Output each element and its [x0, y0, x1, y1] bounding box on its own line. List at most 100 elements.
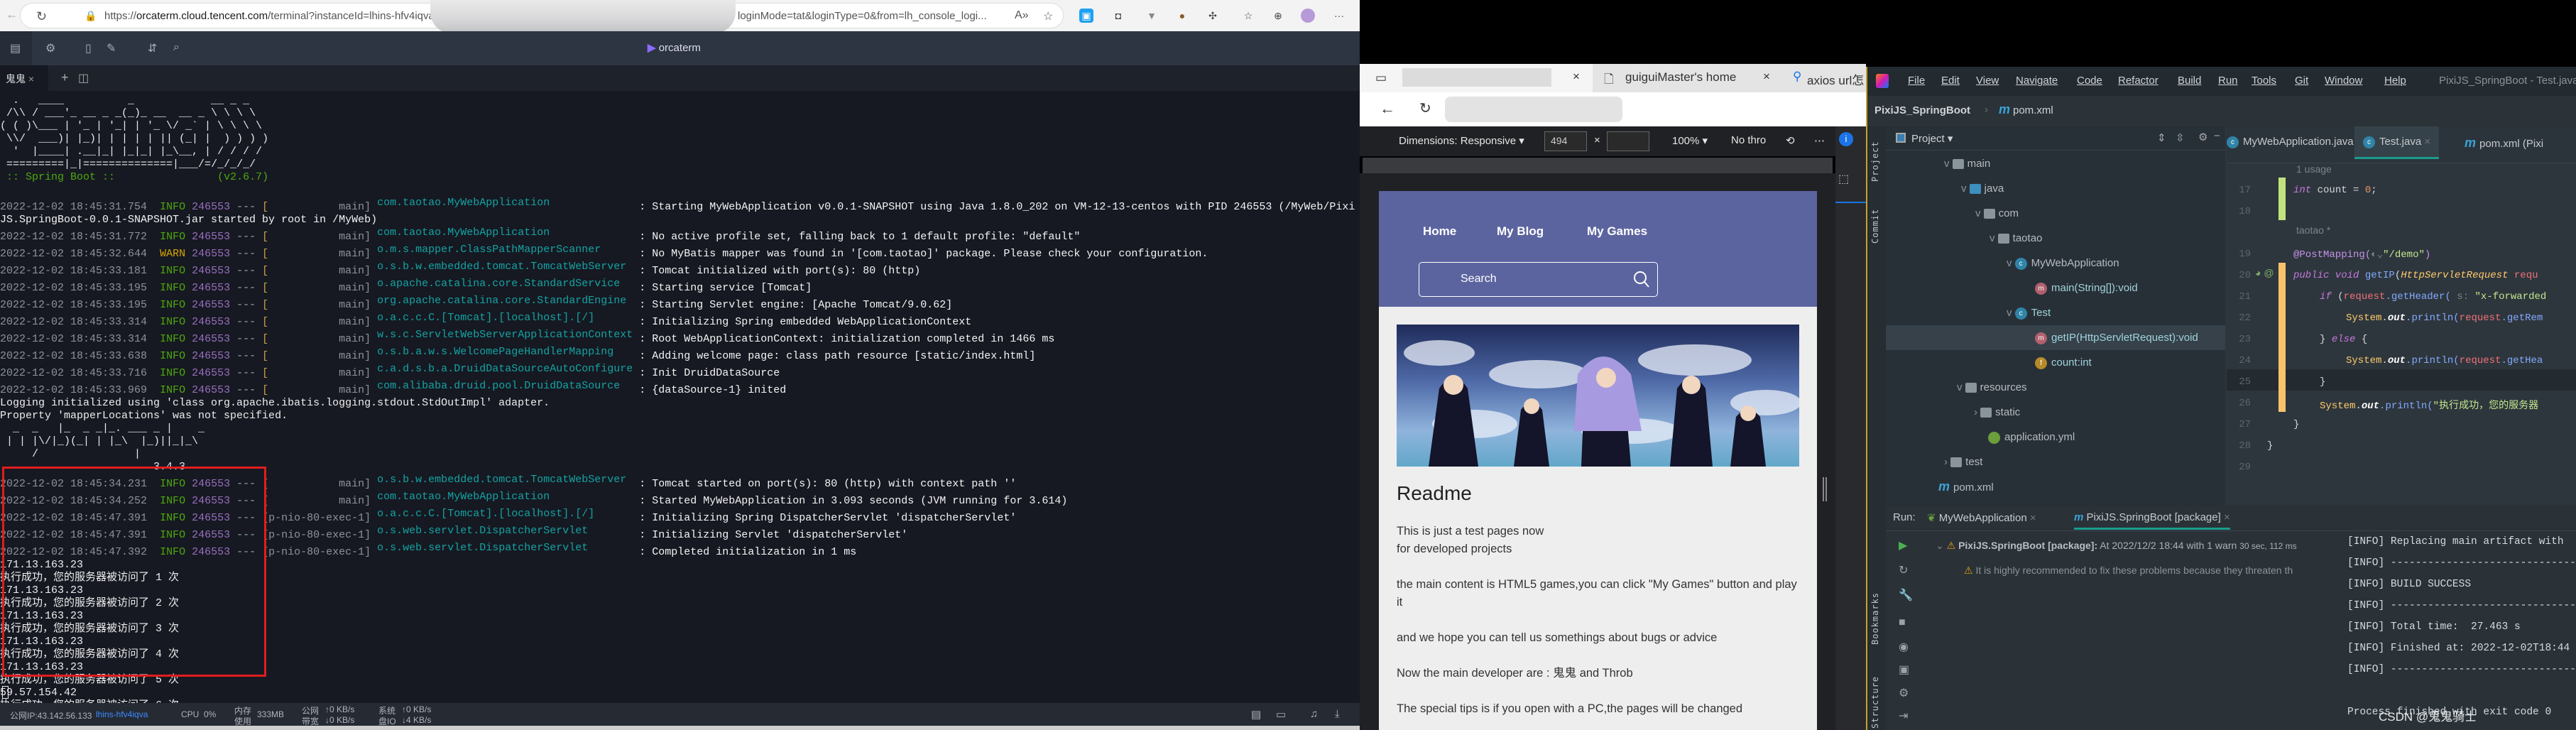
- puzzle-icon[interactable]: ✣: [1206, 9, 1220, 23]
- chevron-icon[interactable]: ›: [1974, 406, 1980, 418]
- close-tab-icon[interactable]: ×: [1763, 70, 1770, 84]
- extension-icon[interactable]: ◘: [1111, 9, 1125, 23]
- expand-all-icon[interactable]: ⇕: [2157, 131, 2166, 144]
- tree-item-applicationyml[interactable]: application.yml: [1886, 425, 2225, 450]
- reload-icon[interactable]: ↻: [1419, 99, 1431, 117]
- settings-icon[interactable]: ⚙: [1899, 686, 1909, 700]
- close-tab-icon[interactable]: ×: [1573, 70, 1580, 84]
- file-icon[interactable]: ▯: [85, 41, 92, 55]
- bookmarks-tool-button[interactable]: Bookmarks: [1870, 592, 1880, 645]
- chevron-icon[interactable]: v: [1944, 158, 1953, 170]
- camera-icon[interactable]: ▣: [1899, 663, 1909, 677]
- terminal-tab[interactable]: 鬼鬼 ×: [0, 65, 48, 91]
- hide-icon[interactable]: −: [2214, 130, 2220, 142]
- notice-icon[interactable]: ▤: [1251, 708, 1261, 721]
- split-icon[interactable]: ◫: [78, 71, 89, 85]
- inspect-icon[interactable]: ⬚: [1838, 172, 1849, 186]
- gear-icon[interactable]: ⚙: [2198, 131, 2207, 143]
- cookie-icon[interactable]: ●: [1175, 9, 1189, 23]
- menu-help[interactable]: Help: [2384, 75, 2406, 87]
- close-tab-icon[interactable]: ×: [2224, 511, 2230, 523]
- editor-tab[interactable]: cMyWebApplication.java ×: [2227, 136, 2363, 148]
- tab-actions-icon[interactable]: ▭: [1375, 71, 1387, 85]
- tree-item-test[interactable]: v c Test: [1886, 300, 2225, 325]
- editor-tab[interactable]: m pom.xml (Pixi: [2465, 136, 2543, 151]
- throttle-select[interactable]: No thro: [1731, 134, 1766, 146]
- code-line[interactable]: }: [2320, 376, 2325, 388]
- rotate-icon[interactable]: ⟲: [1786, 134, 1795, 147]
- rerun-icon[interactable]: ↻: [1899, 563, 1908, 577]
- search-file-icon[interactable]: ⌕: [173, 41, 180, 54]
- chevron-icon[interactable]: v: [1975, 207, 1984, 219]
- code-line[interactable]: System.out.println(request.getHea: [2346, 355, 2543, 366]
- new-tab-button[interactable]: +: [61, 70, 69, 85]
- wrench-icon[interactable]: 🔧: [1899, 588, 1913, 602]
- read-aloud-icon[interactable]: A»: [1015, 9, 1029, 22]
- code-line[interactable]: if (request.getHeader( s: "x-forwarded: [2320, 291, 2546, 303]
- download-icon[interactable]: ⤓: [1335, 708, 1340, 720]
- resize-handle[interactable]: [1823, 477, 1827, 501]
- exit-icon[interactable]: ⇥: [1899, 709, 1908, 723]
- menu-git[interactable]: Git: [2295, 75, 2308, 87]
- search-input[interactable]: Search: [1419, 262, 1658, 297]
- tree-item-getiphttpservletrequestvoid[interactable]: m getIP(HttpServletRequest):void: [1886, 325, 2225, 350]
- back-icon[interactable]: ←: [1380, 99, 1395, 118]
- commit-tool-button[interactable]: Commit: [1870, 209, 1880, 244]
- breadcrumb-project[interactable]: PixiJS_SpringBoot: [1874, 104, 1970, 116]
- blurred-address[interactable]: [1445, 97, 1622, 122]
- run-tab-active[interactable]: m PixiJS.SpringBoot [package] ×: [2074, 511, 2230, 530]
- breadcrumb-file[interactable]: pom.xml: [2013, 104, 2053, 116]
- collapse-all-icon[interactable]: ⇳: [2176, 131, 2185, 144]
- nav-home[interactable]: Home: [1423, 224, 1456, 239]
- code-line[interactable]: int count = 0;: [2293, 185, 2377, 196]
- close-tab-icon[interactable]: ×: [28, 73, 34, 85]
- back-icon[interactable]: ←: [6, 7, 18, 22]
- menu-view[interactable]: View: [1976, 75, 1999, 87]
- layout-icon[interactable]: ▤: [10, 41, 21, 55]
- snippet-icon[interactable]: ✎: [107, 41, 116, 55]
- tree-item-static[interactable]: › static: [1886, 400, 2225, 425]
- more-icon[interactable]: ⋯: [1814, 134, 1825, 147]
- code-editor[interactable]: 1 usage taotao * ◕ @ 17 int count = 0; 18 19 @P…: [2227, 163, 2576, 504]
- bell-icon[interactable]: ♫: [1310, 708, 1318, 720]
- menu-build[interactable]: Build: [2178, 75, 2201, 87]
- width-input[interactable]: 494: [1544, 131, 1587, 151]
- search-icon[interactable]: [1633, 271, 1650, 289]
- menu-code[interactable]: Code: [2077, 75, 2102, 87]
- tree-item-taotao[interactable]: v taotao: [1886, 226, 2225, 251]
- project-tool-button[interactable]: Project: [1870, 141, 1880, 182]
- run-console[interactable]: [INFO] Replacing main artifact with [INFO…: [2347, 531, 2576, 730]
- chevron-icon[interactable]: ›: [1944, 456, 1950, 468]
- settings-icon[interactable]: ⚙: [45, 41, 55, 55]
- code-line[interactable]: @PostMapping(◐⌄"/demo"): [2293, 249, 2430, 261]
- tree-item-java[interactable]: v java: [1886, 176, 2225, 201]
- upload-icon[interactable]: ⇵: [148, 41, 157, 55]
- build-result-row[interactable]: ⌄ ⚠ PixiJS.SpringBoot [package]: At 2022…: [1936, 540, 2297, 552]
- close-tab-icon[interactable]: ×: [2030, 512, 2036, 524]
- menu-edit[interactable]: Edit: [1941, 75, 1960, 87]
- warning-row[interactable]: ⚠ It is highly recommended to fix these …: [1964, 565, 2347, 577]
- chevron-icon[interactable]: v: [1990, 232, 1998, 244]
- menu-tools[interactable]: Tools: [2252, 75, 2276, 87]
- code-line[interactable]: } else {: [2320, 334, 2367, 345]
- media-query-bar[interactable]: [1363, 158, 1833, 173]
- code-line[interactable]: System.out.println("执行成功，您的服务器: [2320, 398, 2538, 412]
- extension-icon[interactable]: ▣: [1079, 9, 1093, 23]
- tree-item-resources[interactable]: v resources: [1886, 375, 2225, 400]
- code-line[interactable]: System.out.println(request.getRem: [2346, 312, 2543, 324]
- tree-item-com[interactable]: v com: [1886, 201, 2225, 226]
- tree-item-test[interactable]: › test: [1886, 450, 2225, 474]
- chevron-icon[interactable]: v: [2007, 257, 2015, 269]
- code-line[interactable]: }: [2267, 440, 2273, 452]
- spring-web-icon[interactable]: ◕ @: [2255, 267, 2274, 278]
- usage-hint[interactable]: 1 usage: [2296, 163, 2332, 175]
- info-icon[interactable]: i: [1839, 132, 1853, 146]
- chevron-icon[interactable]: v: [2007, 307, 2015, 319]
- zoom-select[interactable]: 100% ▾: [1672, 134, 1708, 147]
- vue-devtools-icon[interactable]: ▼: [1145, 9, 1159, 23]
- structure-tool-button[interactable]: Structure: [1870, 676, 1880, 729]
- nav-my-games[interactable]: My Games: [1587, 224, 1647, 239]
- browser-tab-active[interactable]: ▭ ×: [1360, 64, 1593, 92]
- tree-item-mainstringvoid[interactable]: m main(String[]):void: [1886, 276, 2225, 300]
- code-line[interactable]: }: [2293, 419, 2299, 430]
